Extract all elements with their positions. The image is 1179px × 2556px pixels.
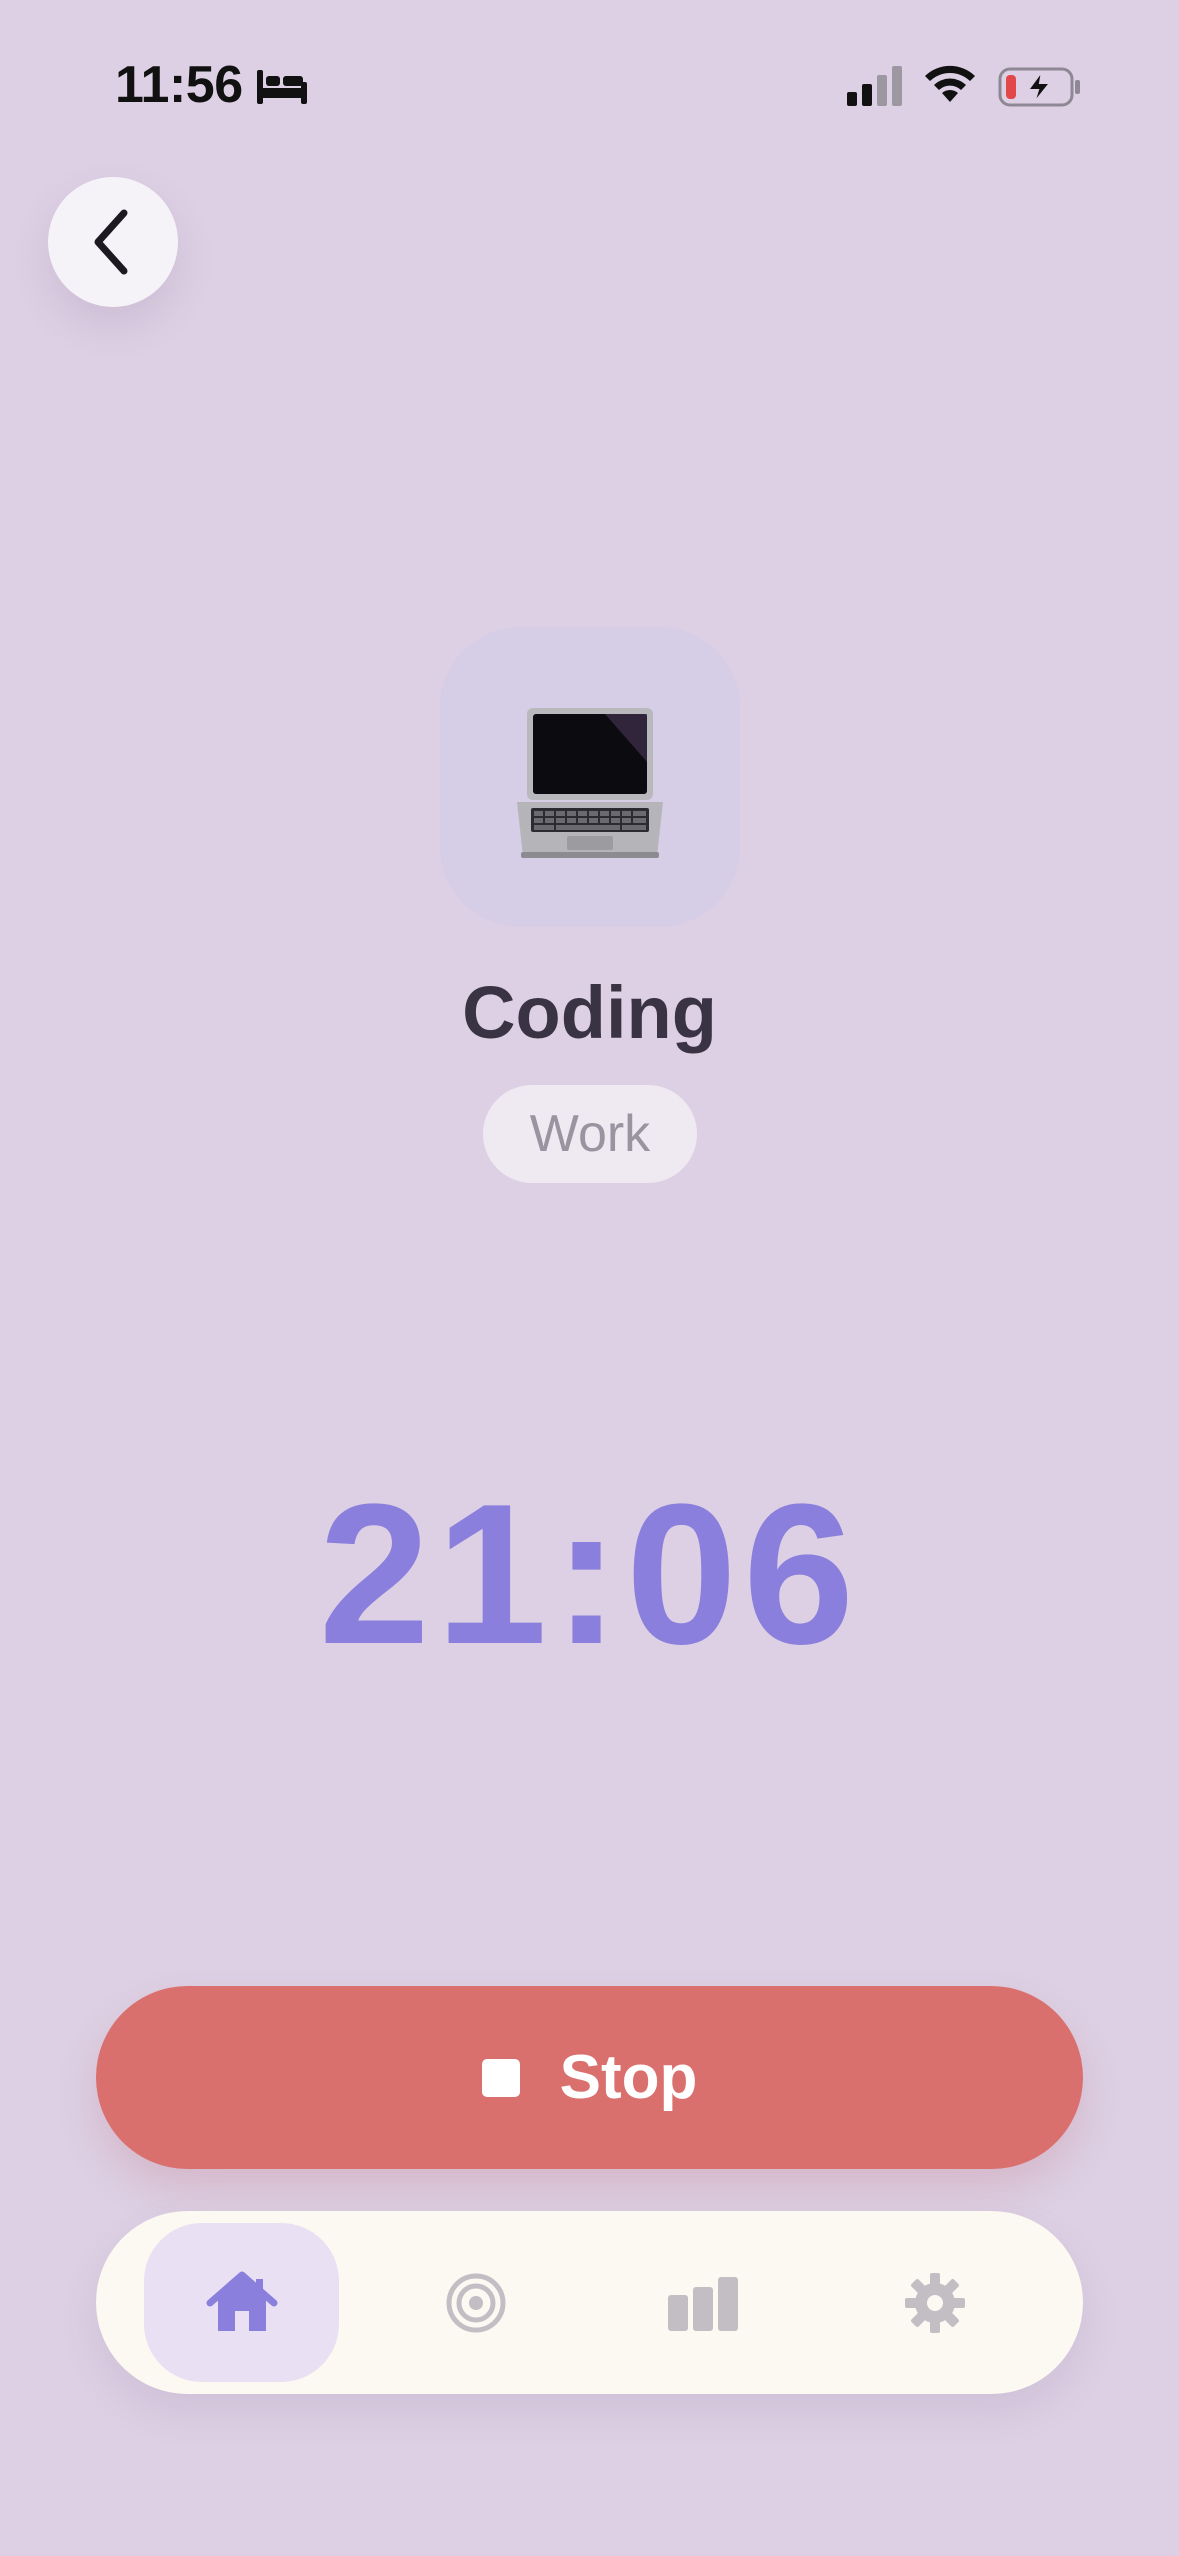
stop-button[interactable]: Stop bbox=[96, 1986, 1083, 2169]
activity-title: Coding bbox=[462, 971, 717, 1054]
cellular-signal-icon bbox=[847, 66, 902, 106]
stop-button-label: Stop bbox=[559, 2043, 698, 2112]
bed-icon bbox=[257, 70, 307, 104]
battery-charging-icon bbox=[998, 67, 1080, 107]
chevron-left-icon bbox=[94, 209, 128, 275]
elapsed-timer: 21:06 bbox=[318, 1463, 861, 1686]
wifi-icon bbox=[925, 65, 975, 102]
stop-square-icon bbox=[481, 2058, 520, 2097]
status-bar: 11:56 bbox=[0, 0, 1179, 150]
tab-stats[interactable] bbox=[605, 2223, 800, 2382]
tab-goals[interactable] bbox=[378, 2223, 573, 2382]
tab-home[interactable] bbox=[144, 2223, 339, 2382]
bar-chart-icon bbox=[667, 2276, 738, 2331]
activity-icon-tile bbox=[440, 627, 740, 927]
category-badge: Work bbox=[483, 1085, 697, 1183]
gear-icon bbox=[904, 2272, 965, 2333]
target-icon bbox=[446, 2273, 505, 2332]
home-icon bbox=[206, 2271, 277, 2331]
tab-bar bbox=[96, 2211, 1083, 2394]
laptop-emoji-icon bbox=[517, 708, 663, 858]
tab-settings[interactable] bbox=[837, 2223, 1032, 2382]
back-button[interactable] bbox=[48, 177, 178, 307]
status-time: 11:56 bbox=[115, 56, 243, 114]
